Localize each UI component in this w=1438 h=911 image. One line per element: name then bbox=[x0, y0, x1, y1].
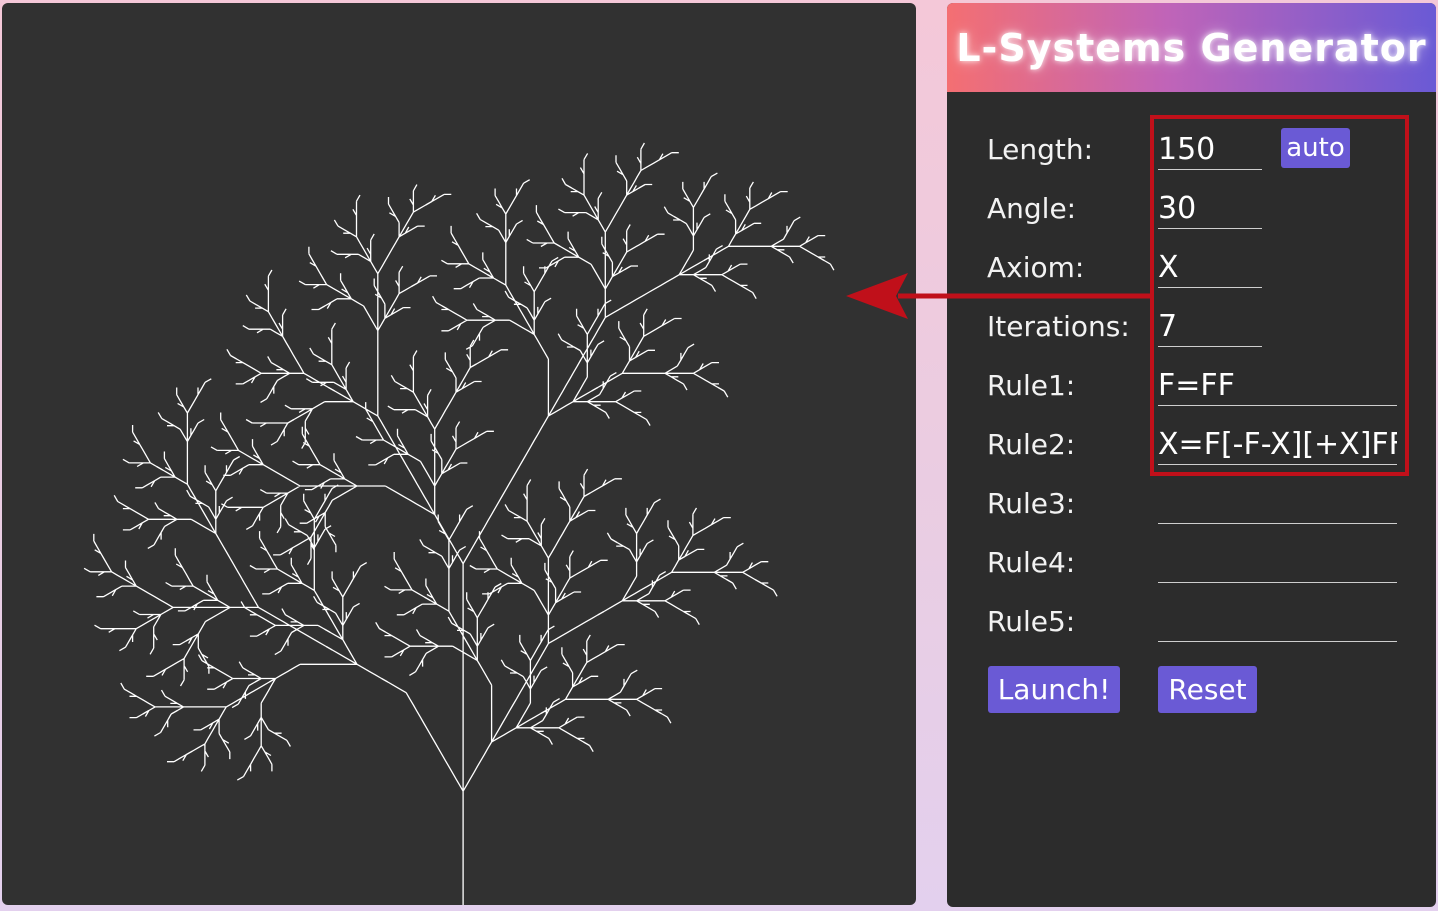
angle-label: Angle: bbox=[987, 192, 1077, 225]
length-input[interactable] bbox=[1158, 129, 1262, 170]
auto-button[interactable]: auto bbox=[1281, 128, 1350, 168]
rule5-input[interactable] bbox=[1158, 601, 1397, 642]
rule3-label: Rule3: bbox=[987, 487, 1076, 520]
launch-button[interactable]: Launch! bbox=[988, 666, 1120, 713]
rule4-label: Rule4: bbox=[987, 546, 1076, 579]
rule1-input[interactable] bbox=[1158, 365, 1397, 406]
rule3-input[interactable] bbox=[1158, 483, 1397, 524]
control-panel: L-Systems Generator Length: auto Angle: … bbox=[947, 3, 1436, 907]
l-system-tree bbox=[83, 142, 835, 905]
angle-input[interactable] bbox=[1158, 188, 1262, 229]
app-title: L-Systems Generator bbox=[956, 25, 1427, 70]
tree-branches bbox=[83, 142, 835, 905]
panel-header: L-Systems Generator bbox=[947, 3, 1436, 92]
rule2-input[interactable] bbox=[1158, 424, 1397, 465]
rule2-label: Rule2: bbox=[987, 428, 1076, 461]
reset-button[interactable]: Reset bbox=[1158, 666, 1257, 713]
iterations-input[interactable] bbox=[1158, 306, 1262, 347]
rule4-input[interactable] bbox=[1158, 542, 1397, 583]
iterations-label: Iterations: bbox=[987, 310, 1130, 343]
render-canvas bbox=[2, 3, 916, 905]
length-label: Length: bbox=[987, 133, 1094, 166]
rule5-label: Rule5: bbox=[987, 605, 1076, 638]
axiom-label: Axiom: bbox=[987, 251, 1085, 284]
axiom-input[interactable] bbox=[1158, 247, 1262, 288]
rule1-label: Rule1: bbox=[987, 369, 1076, 402]
